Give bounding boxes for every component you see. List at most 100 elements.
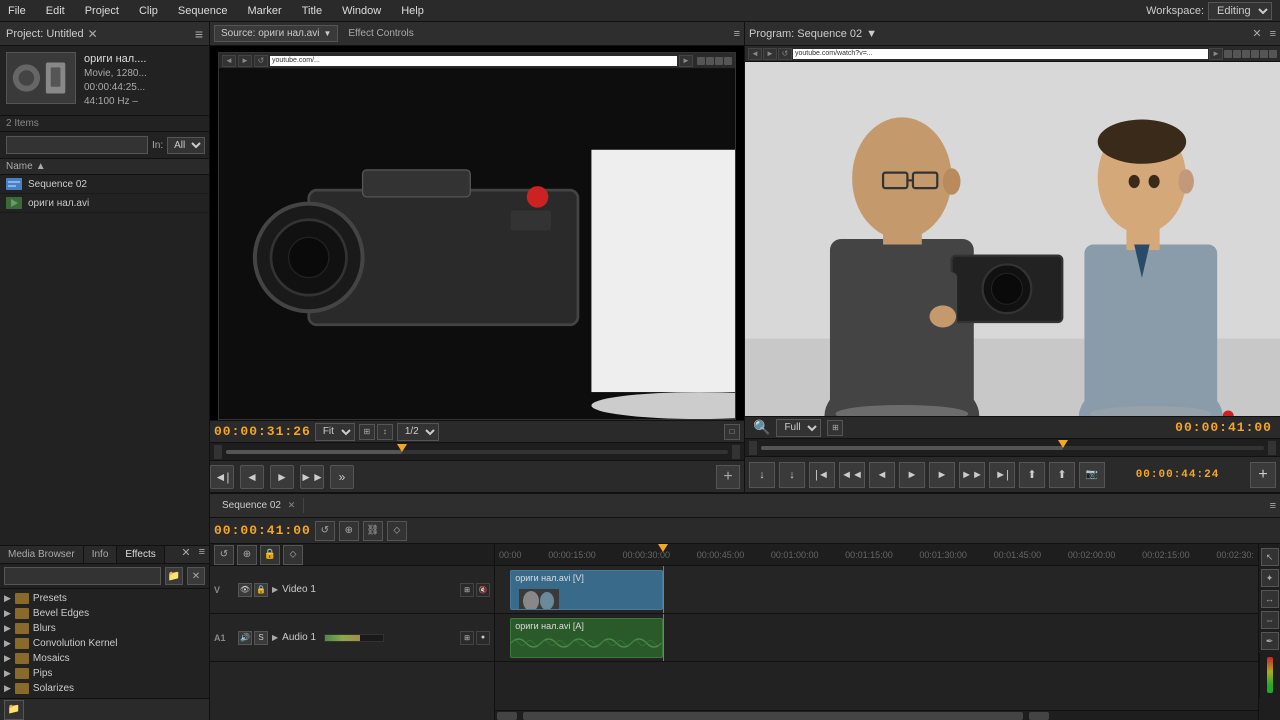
source-tab[interactable]: Source: ориги нал.avi ▼ xyxy=(214,25,338,42)
audio1-expand-arrow[interactable]: ▶ xyxy=(272,633,278,642)
menu-item-help[interactable]: Help xyxy=(397,3,428,19)
program-monitor-close[interactable]: ✕ xyxy=(1252,27,1261,40)
timeline-zoom-btn[interactable]: ⊕ xyxy=(339,521,359,541)
in-select[interactable]: All xyxy=(167,137,205,154)
prog-extract-btn[interactable]: ⬆ xyxy=(1049,462,1075,488)
timeline-tab-close[interactable]: ✕ xyxy=(288,500,296,510)
prog-scrubber-left[interactable] xyxy=(749,441,757,455)
effects-folder-pips[interactable]: ▶ Pips xyxy=(0,666,209,681)
menu-item-sequence[interactable]: Sequence xyxy=(174,3,232,19)
scrubber-right-btn[interactable] xyxy=(732,445,740,459)
prog-step-fwd-btn[interactable]: ► xyxy=(929,462,955,488)
tool-select[interactable]: ↖ xyxy=(1261,548,1279,566)
prog-browser-refresh[interactable]: ↺ xyxy=(778,48,792,60)
menu-item-title[interactable]: Title xyxy=(298,3,326,19)
prog-next-edit-btn[interactable]: ►| xyxy=(989,462,1015,488)
tool-slip[interactable]: ⇔ xyxy=(1261,611,1279,629)
menu-item-edit[interactable]: Edit xyxy=(42,3,69,19)
audio1-mute-btn[interactable]: 🔊 xyxy=(238,631,252,645)
project-panel-menu[interactable]: ≡ xyxy=(195,26,203,42)
source-timeline-bar[interactable] xyxy=(226,450,728,454)
tab-media-browser[interactable]: Media Browser xyxy=(0,546,84,563)
tl-add-btn[interactable]: ⬦ xyxy=(283,545,303,565)
source-fit-select[interactable]: Fit xyxy=(315,423,355,441)
menu-item-clip[interactable]: Clip xyxy=(135,3,162,19)
effects-folder-convolution[interactable]: ▶ Convolution Kernel xyxy=(0,636,209,651)
audio1-clip[interactable]: ориги нал.avi [A] xyxy=(510,618,663,658)
audio1-sync-btn[interactable]: ⊞ xyxy=(460,631,474,645)
effects-folder-presets[interactable]: ▶ Presets xyxy=(0,591,209,606)
tl-snap-btn[interactable]: 🔒 xyxy=(260,545,280,565)
project-search-input[interactable] xyxy=(6,136,148,154)
effects-panel-close[interactable]: ✕ xyxy=(177,546,194,563)
timeline-link-btn[interactable]: ⛓ xyxy=(363,521,383,541)
prog-prev-edit-btn[interactable]: |◄ xyxy=(809,462,835,488)
h-scroll-thumb[interactable] xyxy=(523,712,1023,720)
h-scroll-right-btn[interactable] xyxy=(1029,712,1049,720)
source-split-btn[interactable]: ⊞ ↕ xyxy=(359,424,393,440)
video1-clip[interactable]: ориги нал.avi [V] xyxy=(510,570,663,610)
source-step-back-btn[interactable]: ◄| xyxy=(210,465,234,489)
browser-url-bar[interactable]: youtube.com/... xyxy=(270,56,677,66)
prog-browser-back[interactable]: ◄ xyxy=(748,48,762,60)
prog-browser-url[interactable]: youtube.com/watch?v=... xyxy=(793,49,1208,59)
video1-sync-btn[interactable]: ⊞ xyxy=(460,583,474,597)
prog-export-btn[interactable]: 📷 xyxy=(1079,462,1105,488)
timeline-add-marker-btn[interactable]: ⬦ xyxy=(387,521,407,541)
source-timecode[interactable]: 00:00:31:26 xyxy=(214,424,311,439)
source-icon-btn-1[interactable]: ⊞ xyxy=(359,424,375,440)
video1-lock-btn[interactable]: 🔒 xyxy=(254,583,268,597)
program-timecode[interactable]: 00:00:41:00 xyxy=(1175,420,1272,435)
project-panel-close[interactable]: ✕ xyxy=(88,27,98,41)
menu-item-window[interactable]: Window xyxy=(338,3,385,19)
menu-item-project[interactable]: Project xyxy=(81,3,123,19)
prog-lift-btn[interactable]: ⬆ xyxy=(1019,462,1045,488)
tab-effects[interactable]: Effects xyxy=(117,546,164,563)
effects-panel-menu[interactable]: ≡ xyxy=(195,546,209,563)
browser-go-btn[interactable]: ► xyxy=(679,55,693,67)
menu-item-file[interactable]: File xyxy=(4,3,30,19)
effects-folder-blurs[interactable]: ▶ Blurs xyxy=(0,621,209,636)
menu-item-marker[interactable]: Marker xyxy=(243,3,285,19)
effects-delete-btn[interactable]: ✕ xyxy=(187,567,205,585)
prog-in-point-btn[interactable]: ↓ xyxy=(749,462,775,488)
source-fast-fwd-btn[interactable]: ►► xyxy=(300,465,324,489)
source-add-btn[interactable]: + xyxy=(716,465,740,489)
timeline-timecode[interactable]: 00:00:41:00 xyxy=(214,523,311,538)
tl-settings-btn[interactable]: ↺ xyxy=(214,545,234,565)
tool-razor[interactable]: ✦ xyxy=(1261,569,1279,587)
source-play-btn[interactable]: ► xyxy=(270,465,294,489)
browser-back-btn[interactable]: ◄ xyxy=(222,55,236,67)
timeline-h-scrollbar[interactable] xyxy=(495,710,1258,720)
effects-new-folder-btn[interactable]: 📁 xyxy=(165,567,183,585)
effects-folder-solarizes[interactable]: ▶ Solarizes xyxy=(0,681,209,696)
tool-pen[interactable]: ✒ xyxy=(1261,632,1279,650)
timeline-panel-menu[interactable]: ≡ xyxy=(1270,500,1276,512)
program-timeline-bar[interactable] xyxy=(761,446,1264,450)
prog-rewind-btn[interactable]: ◄◄ xyxy=(839,462,865,488)
source-safe-btn[interactable]: □ xyxy=(724,424,740,440)
source-fraction-select[interactable]: 1/2 xyxy=(397,423,439,441)
h-scroll-left-btn[interactable] xyxy=(497,712,517,720)
tl-marker-btn[interactable]: ⊕ xyxy=(237,545,257,565)
prog-browser-fwd[interactable]: ► xyxy=(763,48,777,60)
workspace-select[interactable]: Editing xyxy=(1208,2,1272,20)
prog-scrubber-right[interactable] xyxy=(1268,441,1276,455)
prog-out-point-btn[interactable]: ↓ xyxy=(779,462,805,488)
timeline-sequence-tab[interactable]: Sequence 02 ✕ xyxy=(214,498,304,513)
tool-ripple[interactable]: ↔ xyxy=(1261,590,1279,608)
video1-expand-arrow[interactable]: ▶ xyxy=(272,585,278,594)
source-rewind-btn[interactable]: ◄ xyxy=(240,465,264,489)
prog-play-btn[interactable]: ► xyxy=(899,462,925,488)
project-list-header[interactable]: Name ▲ xyxy=(0,159,209,175)
prog-browser-go[interactable]: ► xyxy=(1209,48,1223,60)
prog-add-btn[interactable]: + xyxy=(1250,462,1276,488)
program-zoom-btn[interactable]: ⊞ xyxy=(827,420,843,436)
project-item-clip[interactable]: ориги нал.avi xyxy=(0,194,209,213)
source-scrubber[interactable] xyxy=(210,442,744,460)
effects-search-input[interactable] xyxy=(4,567,161,585)
program-monitor-menu[interactable]: ≡ xyxy=(1270,28,1276,40)
video1-eye-btn[interactable]: 👁 xyxy=(238,583,252,597)
effect-controls-tab[interactable]: Effect Controls xyxy=(342,26,419,41)
browser-refresh-btn[interactable]: ↺ xyxy=(254,55,268,67)
